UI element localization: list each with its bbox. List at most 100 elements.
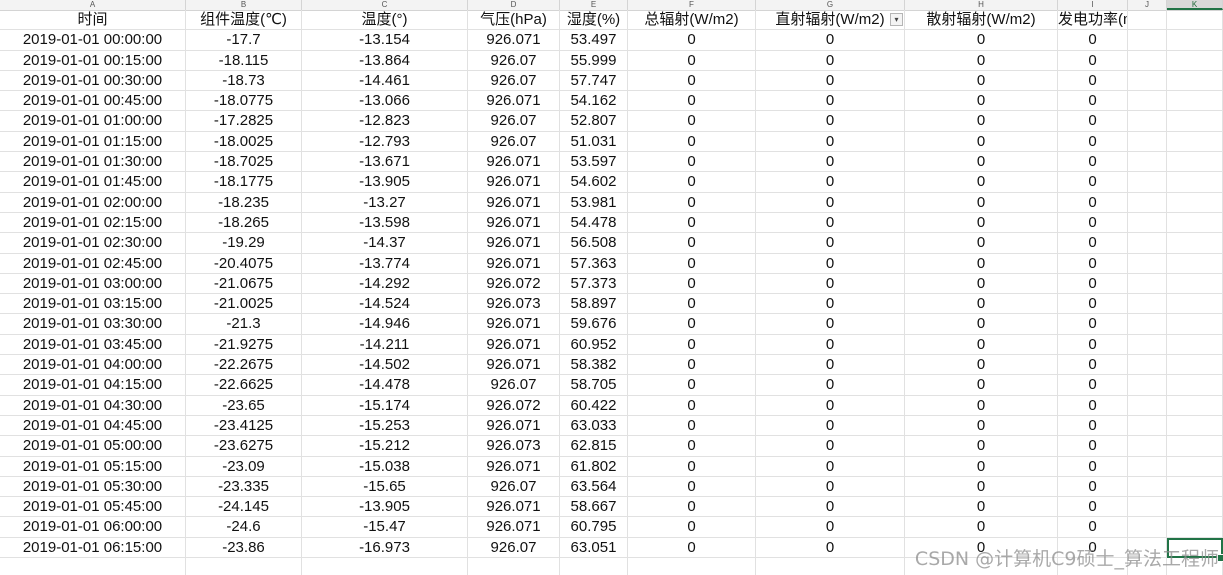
cell-diffuse-radiation[interactable]: 0 [905, 314, 1058, 334]
cell-total-radiation[interactable]: 0 [628, 91, 756, 111]
cell-total-radiation[interactable]: 0 [628, 111, 756, 131]
header-cell-time[interactable]: 时间 [0, 10, 186, 30]
cell-empty-j[interactable] [1128, 497, 1167, 517]
cell-temp[interactable]: -13.905 [302, 497, 468, 517]
column-letter-d[interactable]: D [468, 0, 560, 10]
header-cell-module-temp[interactable]: 组件温度(℃) [186, 10, 302, 30]
cell-temp[interactable]: -14.211 [302, 334, 468, 355]
cell-module-temp[interactable]: -21.0675 [186, 273, 302, 294]
cell-empty-j[interactable] [1128, 30, 1167, 50]
cell-power[interactable]: 0 [1058, 314, 1128, 334]
cell-direct-radiation[interactable]: 0 [756, 395, 905, 415]
cell-temp[interactable]: -13.066 [302, 91, 468, 111]
cell-direct-radiation[interactable]: 0 [756, 192, 905, 212]
cell-direct-radiation[interactable]: 0 [756, 233, 905, 253]
cell-module-temp[interactable]: -24.145 [186, 497, 302, 517]
cell-total-radiation[interactable]: 0 [628, 334, 756, 355]
cell-diffuse-radiation[interactable]: 0 [905, 476, 1058, 497]
cell-empty-j[interactable] [1128, 375, 1167, 395]
cell-empty-j[interactable] [1128, 517, 1167, 537]
cell-empty-j[interactable] [1128, 273, 1167, 294]
cell-temp[interactable]: -14.37 [302, 233, 468, 253]
cell-direct-radiation[interactable]: 0 [756, 517, 905, 537]
cell-humidity[interactable]: 55.999 [560, 50, 628, 70]
cell-module-temp[interactable]: -18.235 [186, 192, 302, 212]
cell-direct-radiation[interactable]: 0 [756, 131, 905, 152]
cell-empty-k[interactable] [1167, 436, 1223, 456]
cell-humidity[interactable]: 58.897 [560, 294, 628, 314]
column-letter-j[interactable]: J [1128, 0, 1167, 10]
cell-pressure[interactable]: 926.071 [468, 253, 560, 273]
cell-time[interactable]: 2019-01-01 00:00:00 [0, 30, 186, 50]
cell-total-radiation[interactable]: 0 [628, 253, 756, 273]
header-cell-temp[interactable]: 温度(°) [302, 10, 468, 30]
cell-direct-radiation[interactable]: 0 [756, 375, 905, 395]
cell-module-temp[interactable]: -24.6 [186, 517, 302, 537]
cell-pressure[interactable]: 926.072 [468, 395, 560, 415]
cell-humidity[interactable]: 60.795 [560, 517, 628, 537]
cell-time[interactable]: 2019-01-01 04:15:00 [0, 375, 186, 395]
cell-humidity[interactable]: 63.033 [560, 415, 628, 436]
cell-temp[interactable] [302, 558, 468, 575]
cell-humidity[interactable]: 53.597 [560, 152, 628, 172]
cell-module-temp[interactable]: -23.65 [186, 395, 302, 415]
cell-module-temp[interactable]: -18.0025 [186, 131, 302, 152]
cell-humidity[interactable]: 53.981 [560, 192, 628, 212]
cell-module-temp[interactable]: -23.4125 [186, 415, 302, 436]
cell-pressure[interactable]: 926.071 [468, 497, 560, 517]
cell-humidity[interactable]: 58.382 [560, 355, 628, 375]
cell-pressure[interactable]: 926.071 [468, 334, 560, 355]
cell-empty-j[interactable] [1128, 111, 1167, 131]
cell-pressure[interactable]: 926.07 [468, 537, 560, 558]
cell-total-radiation[interactable]: 0 [628, 233, 756, 253]
column-letter-k[interactable]: K [1167, 0, 1223, 10]
cell-time[interactable]: 2019-01-01 05:15:00 [0, 456, 186, 476]
cell-diffuse-radiation[interactable]: 0 [905, 50, 1058, 70]
cell-temp[interactable]: -12.793 [302, 131, 468, 152]
cell-module-temp[interactable]: -18.265 [186, 212, 302, 233]
cell-module-temp[interactable]: -18.1775 [186, 172, 302, 192]
cell-direct-radiation[interactable]: 0 [756, 355, 905, 375]
cell-empty-k[interactable] [1167, 294, 1223, 314]
column-letter-a[interactable]: A [0, 0, 186, 10]
cell-empty-j[interactable] [1128, 253, 1167, 273]
cell-power[interactable]: 0 [1058, 517, 1128, 537]
column-letter-e[interactable]: E [560, 0, 628, 10]
cell-empty-j[interactable] [1128, 355, 1167, 375]
cell-direct-radiation[interactable]: 0 [756, 537, 905, 558]
cell-empty-k[interactable] [1167, 111, 1223, 131]
cell-time[interactable]: 2019-01-01 04:00:00 [0, 355, 186, 375]
cell-total-radiation[interactable]: 0 [628, 70, 756, 91]
cell-total-radiation[interactable]: 0 [628, 497, 756, 517]
cell-power[interactable]: 0 [1058, 294, 1128, 314]
cell-power[interactable]: 0 [1058, 192, 1128, 212]
cell-temp[interactable]: -13.905 [302, 172, 468, 192]
cell-pressure[interactable]: 926.071 [468, 415, 560, 436]
column-letter-b[interactable]: B [186, 0, 302, 10]
cell-humidity[interactable]: 56.508 [560, 233, 628, 253]
cell-diffuse-radiation[interactable]: 0 [905, 517, 1058, 537]
cell-temp[interactable]: -13.27 [302, 192, 468, 212]
cell-temp[interactable]: -16.973 [302, 537, 468, 558]
cell-humidity[interactable]: 51.031 [560, 131, 628, 152]
cell-pressure[interactable]: 926.07 [468, 131, 560, 152]
cell-module-temp[interactable]: -17.2825 [186, 111, 302, 131]
cell-direct-radiation[interactable]: 0 [756, 91, 905, 111]
cell-direct-radiation[interactable]: 0 [756, 314, 905, 334]
cell-total-radiation[interactable]: 0 [628, 355, 756, 375]
cell-humidity[interactable]: 60.422 [560, 395, 628, 415]
cell-diffuse-radiation[interactable]: 0 [905, 152, 1058, 172]
cell-module-temp[interactable]: -20.4075 [186, 253, 302, 273]
cell-empty-j[interactable] [1128, 50, 1167, 70]
header-cell-total-radiation[interactable]: 总辐射(W/m2) [628, 10, 756, 30]
cell-empty-k[interactable] [1167, 334, 1223, 355]
cell-empty-j[interactable] [1128, 456, 1167, 476]
column-letter-h[interactable]: H [905, 0, 1058, 10]
cell-temp[interactable]: -14.292 [302, 273, 468, 294]
cell-power[interactable]: 0 [1058, 212, 1128, 233]
cell-module-temp[interactable]: -23.335 [186, 476, 302, 497]
cell-direct-radiation[interactable]: 0 [756, 456, 905, 476]
cell-humidity[interactable]: 57.747 [560, 70, 628, 91]
cell-humidity[interactable]: 54.478 [560, 212, 628, 233]
cell-direct-radiation[interactable] [756, 558, 905, 575]
